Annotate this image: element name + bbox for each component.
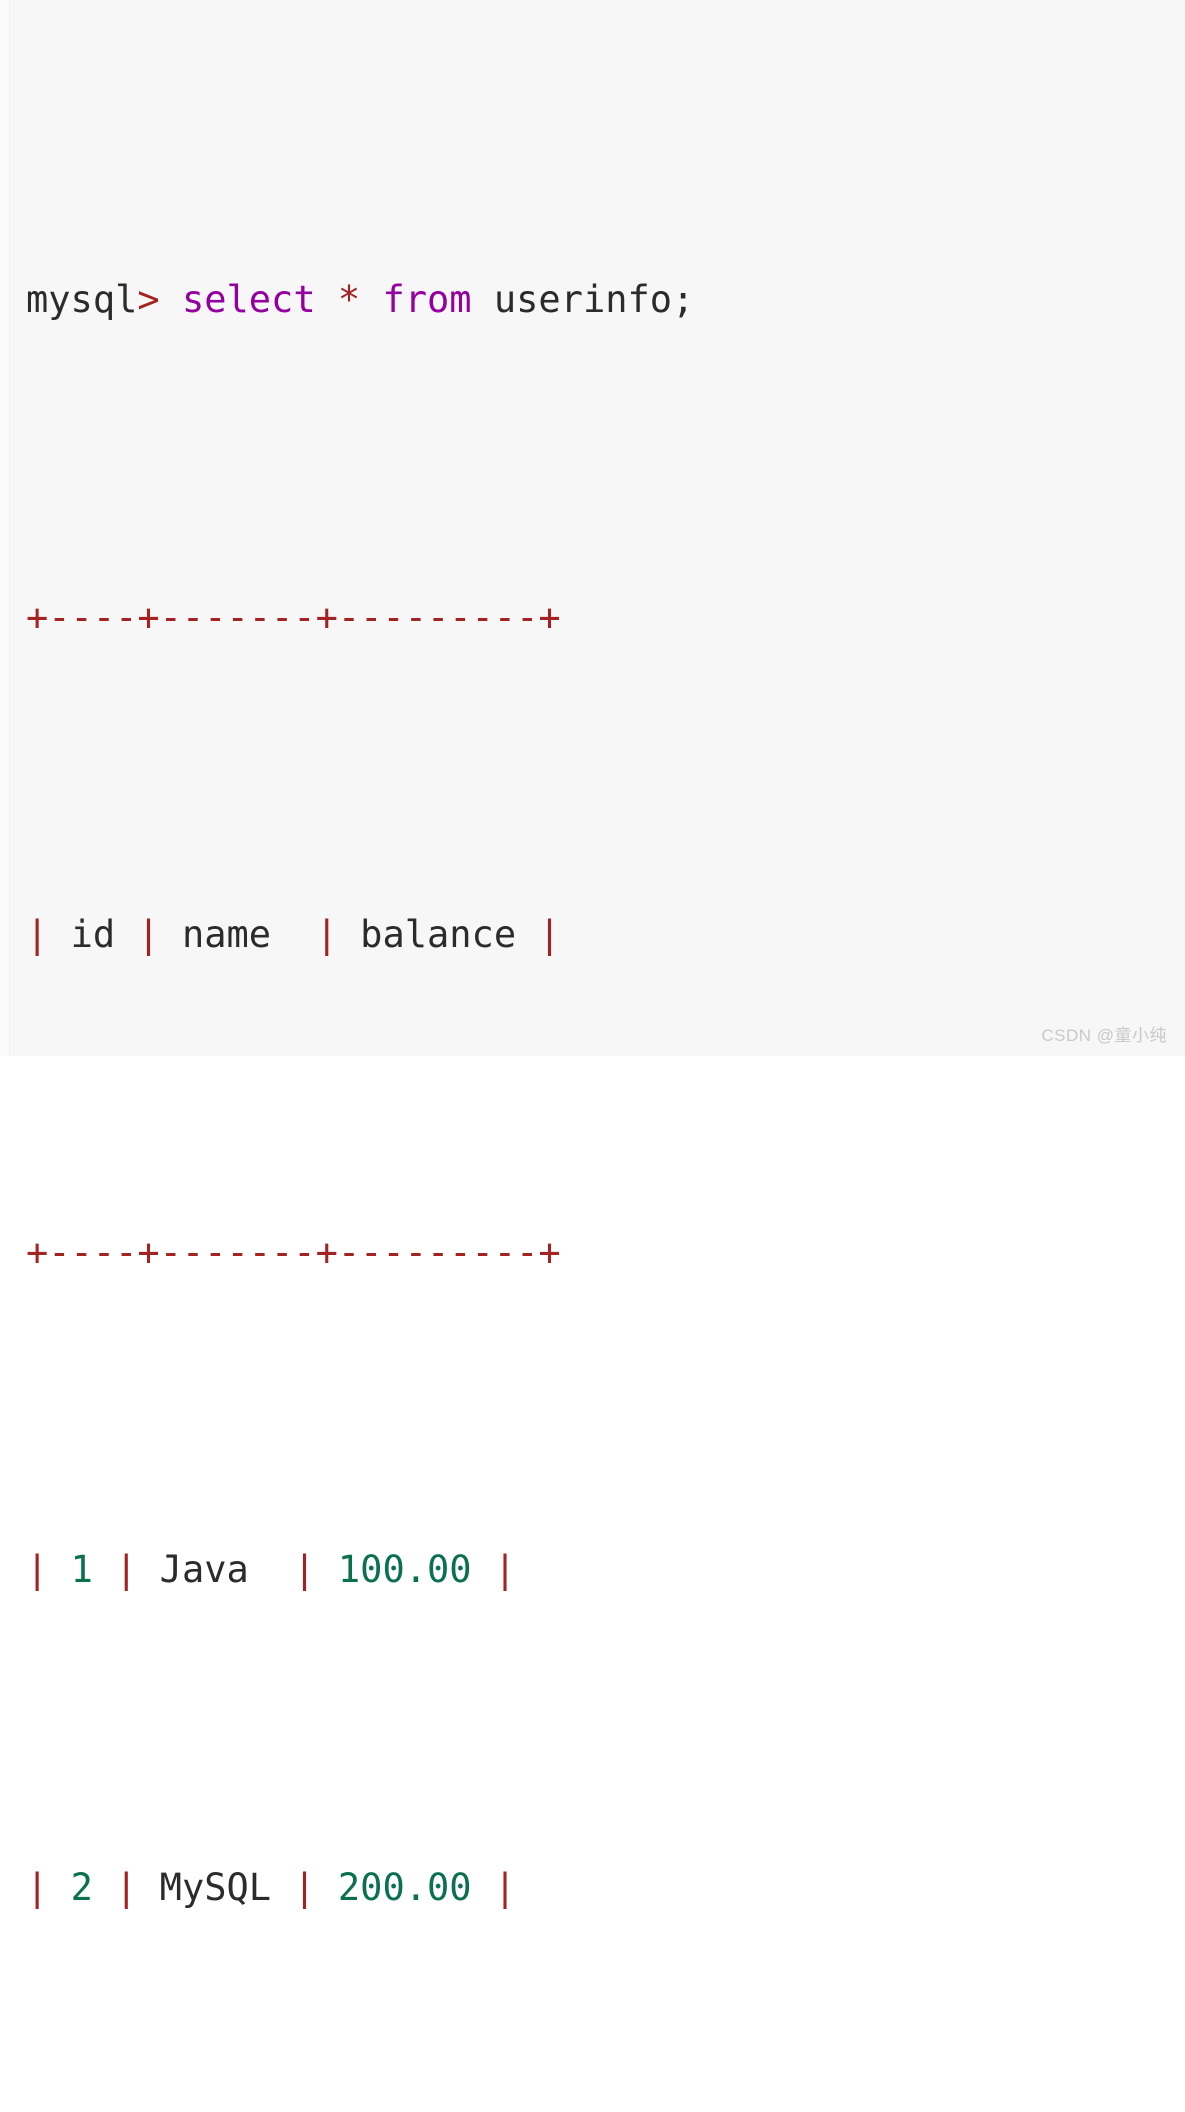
star-wildcard: * xyxy=(337,278,361,321)
column-header-id: id xyxy=(70,913,116,956)
cell-name: MySQL xyxy=(159,1865,272,1909)
cell-id: 2 xyxy=(70,1865,93,1909)
table-separator-mid: +----+-------+---------+ xyxy=(26,1230,561,1274)
pipe: | xyxy=(271,1865,338,1909)
cell-balance: 100.00 xyxy=(337,1548,472,1591)
terminal-output: mysql> select * from userinfo; +----+---… xyxy=(26,14,1185,2112)
prompt-label: mysql xyxy=(26,278,138,321)
table-row: | 2 | MySQL | 200.00 | xyxy=(26,1856,1185,1920)
keyword-from: from xyxy=(382,278,472,321)
pipe: | xyxy=(115,913,182,956)
column-header-name: name xyxy=(181,913,272,956)
table-separator-top: +----+-------+---------+ xyxy=(26,595,561,639)
pipe: | xyxy=(516,913,561,956)
cell-balance: 200.00 xyxy=(337,1865,472,1909)
pipe: | xyxy=(471,1548,517,1591)
pipe: | xyxy=(471,1865,517,1909)
cell-name: Java xyxy=(159,1548,249,1591)
terminal-screenshot: mysql> select * from userinfo; +----+---… xyxy=(0,0,1185,1909)
prompt-line: mysql> select * from userinfo; xyxy=(26,268,1185,332)
pipe: | xyxy=(26,1548,71,1591)
keyword-select: select xyxy=(181,278,316,321)
pipe: | xyxy=(92,1865,160,1909)
pipe: | xyxy=(248,1548,338,1591)
cell-id: 1 xyxy=(70,1548,93,1591)
pipe: | xyxy=(92,1548,160,1591)
table-row: | 1 | Java | 100.00 | xyxy=(26,1538,1185,1602)
pipe: | xyxy=(271,913,361,956)
prompt-arrow-icon: > xyxy=(137,278,160,321)
table-header-row: | id | name | balance | xyxy=(26,903,1185,967)
pipe: | xyxy=(26,913,71,956)
pipe: | xyxy=(26,1865,71,1909)
code-gutter xyxy=(0,0,10,1056)
column-header-balance: balance xyxy=(360,913,517,956)
table-name: userinfo; xyxy=(493,278,695,321)
csdn-watermark: CSDN @童小纯 xyxy=(1041,1026,1167,1045)
